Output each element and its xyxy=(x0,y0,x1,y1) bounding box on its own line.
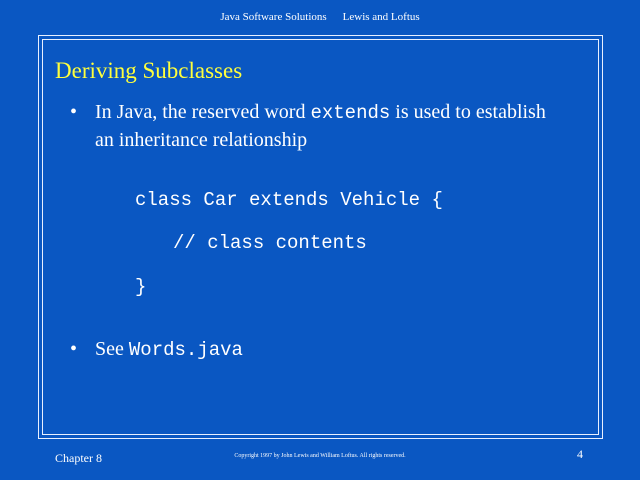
page-number: 4 xyxy=(577,447,583,461)
bullet-text-2: See Words.java xyxy=(95,336,595,364)
bullet2-code-filename: Words.java xyxy=(128,339,243,361)
authors: Lewis and Loftus xyxy=(342,11,420,23)
bullet-text-1: In Java, the reserved word extends is us… xyxy=(95,99,595,154)
bullet-marker-1: • xyxy=(70,101,78,123)
copyright-notice: Copyright 1997 by John Lewis and William… xyxy=(234,453,406,459)
bullet1-text-post: is used to establish xyxy=(390,101,546,123)
bullet-marker-2: • xyxy=(70,338,78,360)
slide-title: Deriving Subclasses xyxy=(55,58,243,83)
code-line-3: } xyxy=(135,276,147,298)
bullet2-text-pre: See xyxy=(95,338,129,360)
bullet1-text-pre: In Java, the reserved word xyxy=(95,101,311,123)
book-title: Java Software Solutions xyxy=(220,11,327,23)
bullet1-text-line2: an inheritance relationship xyxy=(95,129,308,151)
bullet1-code-keyword: extends xyxy=(310,102,391,124)
code-line-2: // class contents xyxy=(173,232,367,254)
code-line-1: class Car extends Vehicle { xyxy=(135,189,443,211)
slide-header: Java Software Solutions Lewis and Loftus xyxy=(0,11,640,23)
